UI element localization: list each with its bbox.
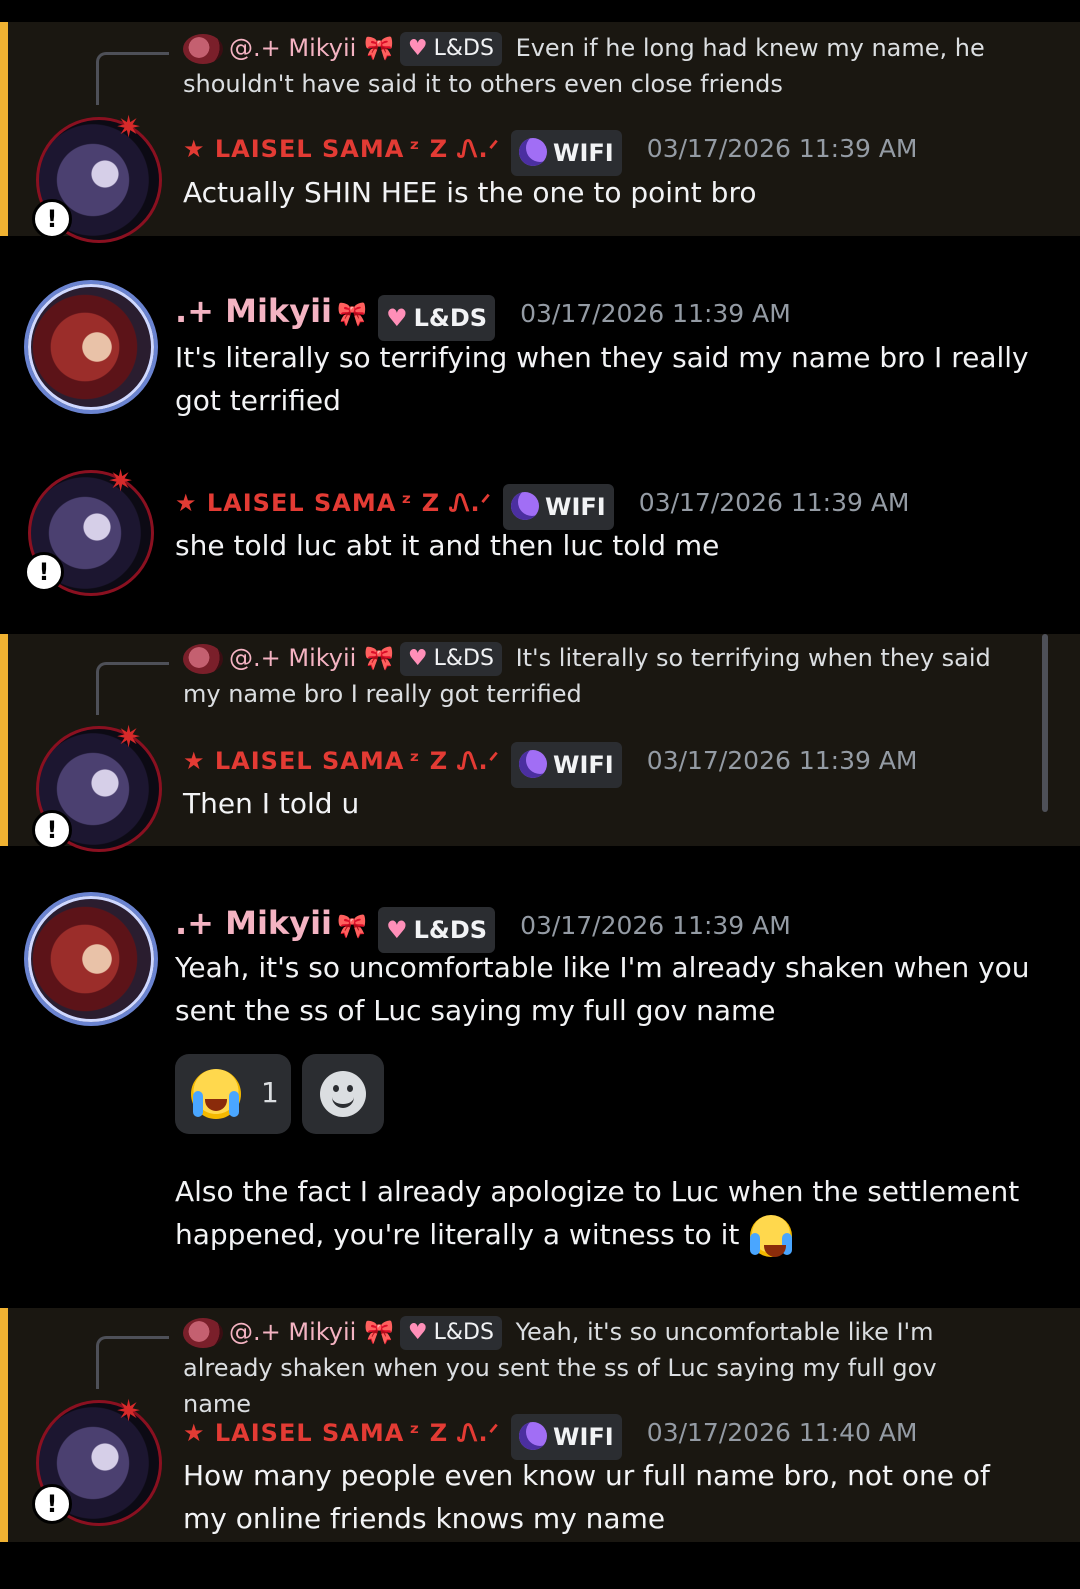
message-header: ★ LAISEL SAMA ᶻ Z Ꮑ.ᐟ WIFI 03/17/2026 11… (183, 736, 918, 788)
role-tag-label: L&DS (413, 915, 488, 944)
reply-author[interactable]: @.+ Mikyii (229, 1318, 356, 1346)
reply-author[interactable]: @.+ Mikyii (229, 644, 356, 672)
timestamp[interactable]: 03/17/2026 11:39 AM (647, 746, 918, 775)
add-reaction-icon (320, 1071, 366, 1117)
alert-badge-icon: ! (24, 552, 64, 592)
message-text: Yeah, it's so uncomfortable like I'm alr… (175, 951, 1030, 1027)
timestamp[interactable]: 03/17/2026 11:39 AM (520, 299, 791, 328)
message-header: ★ LAISEL SAMA ᶻ Z Ꮑ.ᐟ WIFI 03/17/2026 11… (175, 478, 910, 530)
name-deco: ᶻ Z Ꮑ.ᐟ (409, 747, 500, 775)
alert-badge-icon: ! (32, 1484, 72, 1524)
reply-preview[interactable]: @.+ Mikyii 🎀 ♥ L&DS Even if he long had kn… (183, 30, 1000, 102)
avatar[interactable] (28, 896, 154, 1022)
role-tag[interactable]: ♥ L&DS (399, 1316, 502, 1350)
timestamp[interactable]: 03/17/2026 11:40 AM (647, 1418, 918, 1447)
reply-preview[interactable]: @.+ Mikyii 🎀 ♥ L&DS Yeah, it's so uncomfor… (183, 1314, 1000, 1422)
reply-connector (96, 662, 169, 715)
anger-icon: ✷ (108, 464, 134, 499)
moon-icon (518, 749, 547, 778)
role-tag[interactable]: WIFI (510, 741, 622, 788)
name-deco: ᶻ Z Ꮑ.ᐟ (401, 489, 492, 517)
followup-text: Also the fact I already apologize to Luc… (175, 1175, 1020, 1251)
name-deco-icon: 🎀 (363, 644, 394, 672)
role-tag-label: WIFI (552, 138, 614, 167)
reply-connector (96, 52, 169, 105)
message[interactable]: ✷ ! ★ LAISEL SAMA ᶻ Z Ꮑ.ᐟ WIFI 03/17/202… (0, 460, 1080, 610)
moon-icon (518, 137, 547, 166)
role-tag-label: WIFI (552, 750, 614, 779)
reaction-count: 1 (261, 1076, 279, 1109)
author-name[interactable]: ★ LAISEL SAMA (183, 1419, 404, 1447)
heart-icon: ♥ (407, 646, 428, 671)
alert-badge-icon: ! (32, 199, 72, 239)
loudly-crying-face-icon (748, 1213, 794, 1259)
anger-icon: ✷ (116, 110, 142, 145)
message-text: Then I told u (183, 787, 360, 820)
name-deco: ᶻ Z Ꮑ.ᐟ (409, 135, 500, 163)
reply-avatar (183, 644, 223, 674)
role-tag-label: WIFI (552, 1422, 614, 1451)
role-tag-label: L&DS (433, 646, 494, 671)
message-text: she told luc abt it and then luc told me (175, 529, 720, 562)
author-name[interactable]: .+ Mikyii (175, 904, 332, 942)
role-tag-label: L&DS (413, 303, 488, 332)
message-mention[interactable]: @.+ Mikyii 🎀 ♥ L&DS It's literally so terr… (0, 634, 1080, 852)
message-mention[interactable]: @.+ Mikyii 🎀 ♥ L&DS Yeah, it's so uncomfor… (0, 1308, 1080, 1542)
reaction-button[interactable]: 1 (175, 1054, 291, 1134)
message-header: .+ Mikyii 🎀 ♥ L&DS 03/17/2026 11:39 AM (175, 286, 791, 341)
avatar[interactable] (28, 284, 154, 410)
message-text: Also the fact I already apologize to Luc… (175, 1170, 1040, 1259)
author-name[interactable]: .+ Mikyii (175, 292, 332, 330)
heart-icon: ♥ (386, 915, 408, 944)
heart-icon: ♥ (386, 303, 408, 332)
reply-avatar (183, 34, 223, 64)
timestamp[interactable]: 03/17/2026 11:39 AM (520, 911, 791, 940)
role-tag-label: L&DS (433, 1320, 494, 1345)
message-text: It's literally so terrifying when they s… (175, 341, 1029, 417)
message-mention[interactable]: @.+ Mikyii 🎀 ♥ L&DS Even if he long had kn… (0, 22, 1080, 243)
name-deco-icon: 🎀 (363, 34, 394, 62)
message[interactable]: .+ Mikyii 🎀 ♥ L&DS 03/17/2026 11:39 AM It… (0, 236, 1080, 436)
reply-author[interactable]: @.+ Mikyii (229, 34, 356, 62)
message[interactable]: .+ Mikyii 🎀 ♥ L&DS 03/17/2026 11:39 AM Ye… (0, 846, 1080, 1290)
role-tag-label: L&DS (433, 36, 494, 61)
message-header: .+ Mikyii 🎀 ♥ L&DS 03/17/2026 11:39 AM (175, 898, 791, 953)
heart-icon: ♥ (407, 1320, 428, 1345)
anger-icon: ✷ (116, 720, 142, 755)
moon-icon (518, 1421, 547, 1450)
reply-avatar (183, 1318, 223, 1348)
name-deco-icon: 🎀 (337, 912, 367, 940)
message-text: Actually SHIN HEE is the one to point br… (183, 176, 757, 209)
add-reaction-button[interactable] (302, 1054, 384, 1134)
name-deco: ᶻ Z Ꮑ.ᐟ (409, 1419, 500, 1447)
timestamp[interactable]: 03/17/2026 11:39 AM (647, 134, 918, 163)
name-deco-icon: 🎀 (363, 1318, 394, 1346)
role-tag[interactable]: WIFI (510, 129, 622, 176)
loudly-crying-face-icon (191, 1069, 241, 1119)
message-header: ★ LAISEL SAMA ᶻ Z Ꮑ.ᐟ WIFI 03/17/2026 11… (183, 124, 918, 176)
timestamp[interactable]: 03/17/2026 11:39 AM (639, 488, 910, 517)
role-tag[interactable]: WIFI (510, 1413, 622, 1460)
moon-icon (510, 491, 539, 520)
message-header: ★ LAISEL SAMA ᶻ Z Ꮑ.ᐟ WIFI 03/17/2026 11… (183, 1408, 918, 1460)
role-tag[interactable]: ♥ L&DS (378, 294, 496, 341)
reply-connector (96, 1336, 169, 1389)
role-tag[interactable]: ♥ L&DS (399, 32, 502, 66)
name-deco-icon: 🎀 (337, 300, 367, 328)
author-name[interactable]: ★ LAISEL SAMA (183, 135, 404, 163)
role-tag-label: WIFI (544, 492, 606, 521)
author-name[interactable]: ★ LAISEL SAMA (183, 747, 404, 775)
role-tag[interactable]: WIFI (502, 483, 614, 530)
author-name[interactable]: ★ LAISEL SAMA (175, 489, 396, 517)
message-text: How many people even know ur full name b… (183, 1459, 990, 1535)
role-tag[interactable]: ♥ L&DS (399, 642, 502, 676)
reply-preview[interactable]: @.+ Mikyii 🎀 ♥ L&DS It's literally so terr… (183, 640, 1000, 712)
anger-icon: ✷ (116, 1394, 142, 1429)
heart-icon: ♥ (407, 36, 428, 61)
alert-badge-icon: ! (32, 810, 72, 850)
scrollbar[interactable] (1042, 634, 1048, 812)
